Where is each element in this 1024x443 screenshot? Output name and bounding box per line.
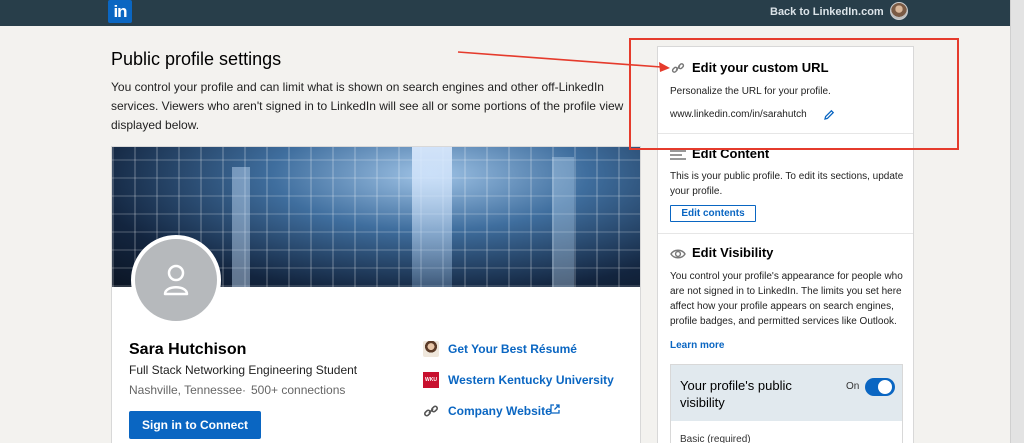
school-link-label: Western Kentucky University (448, 373, 614, 387)
profile-location: Nashville, Tennessee (129, 383, 243, 397)
profile-connections: 500+ connections (251, 383, 346, 397)
edit-visibility-title: Edit Visibility (692, 245, 774, 260)
resume-link-label: Get Your Best Résumé (448, 342, 577, 356)
profile-photo-placeholder (131, 235, 221, 325)
basic-required-label: Basic (required) (680, 434, 751, 443)
back-to-linkedin-link[interactable]: Back to LinkedIn.com (770, 6, 884, 18)
person-icon (163, 264, 189, 296)
profile-name: Sara Hutchison (129, 341, 247, 358)
linkedin-logo-icon[interactable]: in (108, 0, 132, 23)
window-scrollbar[interactable] (1010, 0, 1024, 443)
public-profile-preview-card: Sara Hutchison Full Stack Networking Eng… (111, 146, 641, 443)
resume-photo-icon (423, 341, 439, 357)
edit-visibility-description: You control your profile's appearance fo… (670, 271, 903, 327)
edit-contents-button[interactable]: Edit contents (670, 205, 756, 222)
page-description: You control your profile and can limit w… (111, 80, 624, 132)
annotation-arrow-icon (457, 51, 670, 72)
learn-more-link[interactable]: Learn more (670, 340, 724, 351)
toggle-state-label: On (846, 381, 860, 392)
sign-in-to-connect-button[interactable]: Sign in to Connect (129, 411, 261, 439)
content-lines-icon (670, 148, 686, 162)
public-visibility-header: Your profile's public visibility On (671, 365, 902, 421)
separator-dot: · (242, 383, 246, 397)
wku-logo-icon: WKU (423, 372, 439, 388)
link-icon (423, 403, 439, 419)
public-visibility-label: Your profile's public visibility (680, 378, 792, 410)
public-visibility-box: Your profile's public visibility On Basi… (670, 364, 903, 443)
company-website-label: Company Website (448, 404, 552, 418)
annotation-highlight-box (629, 38, 959, 150)
page-title: Public profile settings (111, 49, 282, 69)
edit-content-description: This is your public profile. To edit its… (670, 171, 904, 197)
top-navigation-bar: in Back to LinkedIn.com (0, 0, 1024, 26)
external-link-icon (550, 404, 560, 414)
public-visibility-toggle[interactable] (865, 378, 895, 396)
eye-icon (670, 247, 686, 261)
profile-headline: Full Stack Networking Engineering Studen… (129, 363, 358, 377)
user-avatar[interactable] (890, 2, 908, 20)
